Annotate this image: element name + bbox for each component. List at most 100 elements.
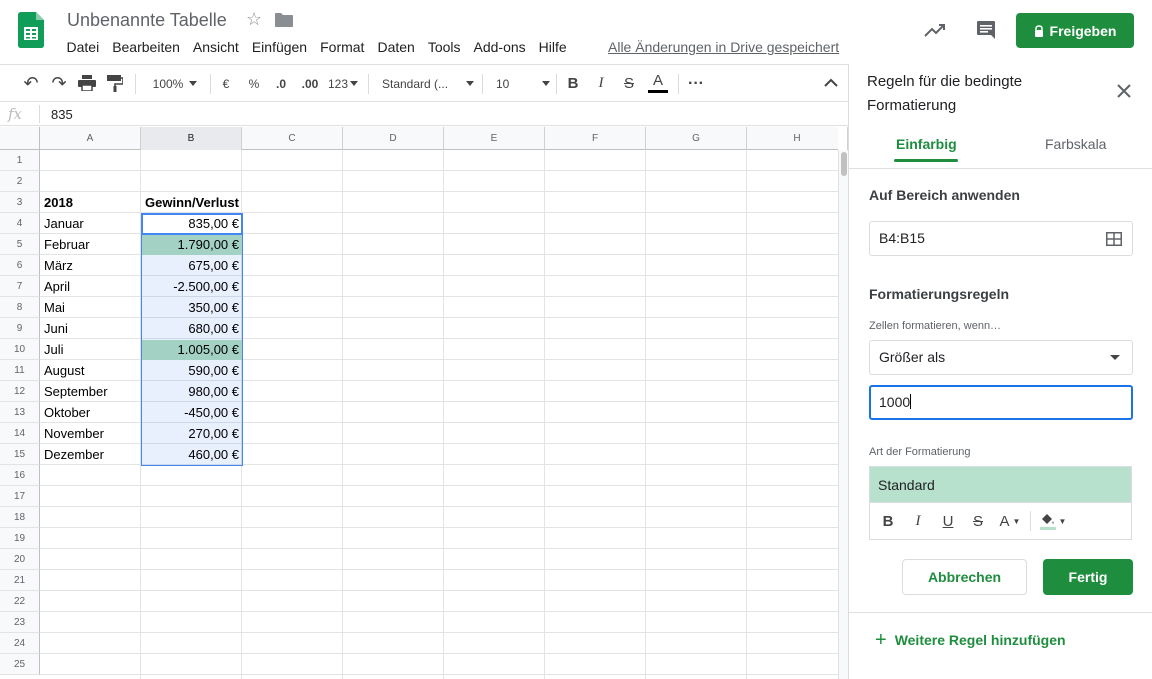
condition-value-input[interactable]: 1000: [869, 385, 1133, 420]
row-header-16[interactable]: 16: [0, 465, 40, 486]
select-all-corner[interactable]: [0, 127, 40, 150]
cell-month[interactable]: November: [40, 423, 141, 444]
cell-value[interactable]: -450,00 €: [141, 402, 242, 423]
bold-icon[interactable]: B: [564, 65, 582, 102]
column-header-d[interactable]: D: [343, 127, 444, 150]
cell-value[interactable]: 460,00 €: [141, 444, 242, 465]
cell-month[interactable]: Januar: [40, 213, 141, 234]
strikethrough-icon[interactable]: S: [964, 507, 992, 535]
cell-month[interactable]: Dezember: [40, 444, 141, 465]
cell-value[interactable]: 980,00 €: [141, 381, 242, 402]
cell-a3[interactable]: 2018: [40, 192, 141, 213]
format-style-select[interactable]: Standard: [869, 466, 1132, 502]
close-icon[interactable]: [1117, 84, 1131, 98]
cell-value[interactable]: 1.005,00 €: [141, 339, 242, 360]
cell-month[interactable]: Mai: [40, 297, 141, 318]
column-header-f[interactable]: F: [545, 127, 646, 150]
formula-input[interactable]: 835: [51, 107, 73, 122]
underline-icon[interactable]: U: [934, 507, 962, 535]
menu-format[interactable]: Format: [314, 38, 371, 58]
vertical-scrollbar[interactable]: [838, 150, 848, 679]
row-header-15[interactable]: 15: [0, 444, 40, 465]
row-header-5[interactable]: 5: [0, 234, 40, 255]
cell-value[interactable]: 835,00 €: [141, 213, 242, 234]
range-input[interactable]: B4:B15: [869, 221, 1133, 256]
star-icon[interactable]: ☆: [246, 9, 262, 30]
condition-select[interactable]: Größer als: [869, 340, 1133, 375]
cell-month[interactable]: September: [40, 381, 141, 402]
row-header-13[interactable]: 13: [0, 402, 40, 423]
row-header-21[interactable]: 21: [0, 570, 40, 591]
row-header-10[interactable]: 10: [0, 339, 40, 360]
add-rule-button[interactable]: + Weitere Regel hinzufügen: [875, 630, 1066, 650]
print-icon[interactable]: [78, 75, 96, 91]
save-status-link[interactable]: Alle Änderungen in Drive gespeichert: [608, 38, 839, 56]
row-header-14[interactable]: 14: [0, 423, 40, 444]
font-size-select[interactable]: 10: [496, 65, 550, 102]
column-header-h[interactable]: H: [747, 127, 848, 150]
row-header-4[interactable]: 4: [0, 213, 40, 234]
row-header-18[interactable]: 18: [0, 507, 40, 528]
cell-month[interactable]: März: [40, 255, 141, 276]
cell-value[interactable]: 350,00 €: [141, 297, 242, 318]
cancel-button[interactable]: Abbrechen: [902, 559, 1027, 595]
more-formats-select[interactable]: 123: [327, 65, 359, 102]
menu-ansicht[interactable]: Ansicht: [186, 38, 245, 58]
percent-button[interactable]: %: [245, 65, 263, 102]
row-header-25[interactable]: 25: [0, 654, 40, 675]
increase-decimal-button[interactable]: .00: [298, 65, 322, 102]
cell-value[interactable]: 675,00 €: [141, 255, 242, 276]
cell-month[interactable]: Juli: [40, 339, 141, 360]
column-header-e[interactable]: E: [444, 127, 545, 150]
cell-value[interactable]: 270,00 €: [141, 423, 242, 444]
tab-single-color[interactable]: Einfarbig: [896, 136, 957, 152]
folder-icon[interactable]: [275, 13, 293, 27]
document-title[interactable]: Unbenannte Tabelle: [67, 10, 227, 31]
sheets-logo-icon[interactable]: [18, 12, 44, 48]
share-button[interactable]: Freigeben: [1016, 13, 1134, 48]
comment-icon[interactable]: [976, 20, 996, 40]
row-header-22[interactable]: 22: [0, 591, 40, 612]
text-color-icon[interactable]: A: [647, 65, 669, 102]
cell-b3[interactable]: Gewinn/Verlust: [141, 192, 242, 213]
column-header-g[interactable]: G: [646, 127, 747, 150]
text-color-icon[interactable]: A ▼: [994, 507, 1026, 535]
sheet-grid[interactable]: A B C D E F G H 1 2 3 4 5 6 7 8 9 10 11 12 13 14 15 16 17 18 19 20 2…: [0, 127, 848, 679]
cell-month[interactable]: Oktober: [40, 402, 141, 423]
tab-color-scale[interactable]: Farbskala: [1045, 136, 1106, 152]
redo-icon[interactable]: ↷: [48, 65, 70, 102]
italic-icon[interactable]: I: [592, 65, 610, 102]
undo-icon[interactable]: ↶: [20, 65, 42, 102]
row-header-12[interactable]: 12: [0, 381, 40, 402]
row-header-11[interactable]: 11: [0, 360, 40, 381]
row-header-7[interactable]: 7: [0, 276, 40, 297]
bold-icon[interactable]: B: [874, 507, 902, 535]
row-header-9[interactable]: 9: [0, 318, 40, 339]
decrease-decimal-button[interactable]: .0: [270, 65, 292, 102]
column-header-b[interactable]: B: [141, 127, 242, 150]
menu-tools[interactable]: Tools: [421, 38, 467, 58]
cell-month[interactable]: Februar: [40, 234, 141, 255]
row-header-20[interactable]: 20: [0, 549, 40, 570]
paint-format-icon[interactable]: [107, 75, 123, 92]
column-header-a[interactable]: A: [40, 127, 141, 150]
cell-month[interactable]: Juni: [40, 318, 141, 339]
row-header-1[interactable]: 1: [0, 150, 40, 171]
row-header-6[interactable]: 6: [0, 255, 40, 276]
menu-daten[interactable]: Daten: [371, 38, 421, 58]
menu-datei[interactable]: Datei: [60, 38, 106, 58]
select-range-icon[interactable]: [1106, 232, 1122, 246]
menu-bearbeiten[interactable]: Bearbeiten: [106, 38, 187, 58]
row-header-19[interactable]: 19: [0, 528, 40, 549]
explore-trend-icon[interactable]: [924, 22, 946, 38]
row-header-8[interactable]: 8: [0, 297, 40, 318]
done-button[interactable]: Fertig: [1043, 559, 1133, 595]
row-header-3[interactable]: 3: [0, 192, 40, 213]
strikethrough-icon[interactable]: S: [620, 65, 638, 102]
menu-hilfe[interactable]: Hilfe: [532, 38, 573, 58]
currency-button[interactable]: €: [218, 65, 234, 102]
more-icon[interactable]: ···: [686, 65, 706, 102]
cell-month[interactable]: August: [40, 360, 141, 381]
row-header-23[interactable]: 23: [0, 612, 40, 633]
cell-value[interactable]: 680,00 €: [141, 318, 242, 339]
